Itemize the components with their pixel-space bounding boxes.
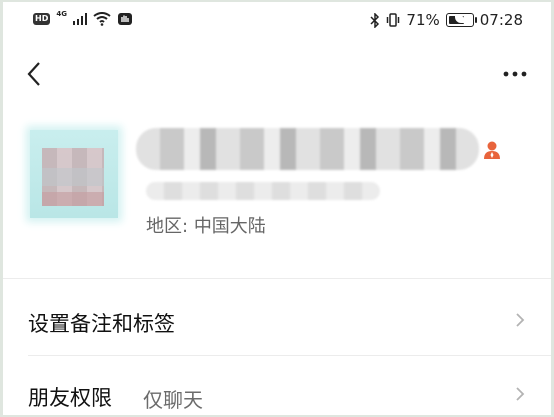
row-title: 朋友权限 xyxy=(28,386,112,410)
row-value: 仅聊天 xyxy=(143,388,203,412)
battery-icon xyxy=(445,13,477,27)
row-remarks-and-tags[interactable]: 设置备注和标签 xyxy=(3,282,551,356)
status-bar: HD 4G 71% 07:28 xyxy=(3,2,551,42)
region-label: 地区 xyxy=(146,216,182,237)
more-dots-icon[interactable] xyxy=(501,64,529,84)
chevron-right-icon xyxy=(516,387,525,401)
signal-icon xyxy=(72,13,87,25)
region-line: 地区: 中国大陆 xyxy=(146,212,266,238)
blurred-nickname xyxy=(136,128,479,170)
wifi-icon xyxy=(93,12,111,26)
row-friend-permissions[interactable]: 朋友权限 仅聊天 xyxy=(3,356,551,415)
person-icon xyxy=(484,141,500,159)
status-left: HD 4G xyxy=(33,10,133,26)
blurred-wechat-id xyxy=(146,182,380,200)
region-value: 中国大陆 xyxy=(193,216,266,237)
contact-profile-screen: HD 4G 71% 07:28 地区: 中国大陆 设置备注和标签 朋友权限 仅聊… xyxy=(3,2,551,415)
back-icon[interactable] xyxy=(23,60,45,88)
chevron-right-icon xyxy=(516,313,525,327)
network-type: 4G xyxy=(56,10,67,18)
avatar[interactable] xyxy=(30,130,118,218)
status-right: 71% 07:28 xyxy=(370,11,523,29)
divider xyxy=(3,278,551,279)
row-title: 设置备注和标签 xyxy=(28,312,175,336)
bluetooth-icon xyxy=(370,12,380,28)
region-separator: : xyxy=(182,216,189,237)
battery-percent: 71% xyxy=(406,11,440,29)
vibrate-icon xyxy=(387,13,400,27)
clock: 07:28 xyxy=(479,11,523,29)
hand-icon xyxy=(117,13,132,25)
hd-badge: HD xyxy=(33,13,51,25)
avatar-image xyxy=(42,148,104,206)
